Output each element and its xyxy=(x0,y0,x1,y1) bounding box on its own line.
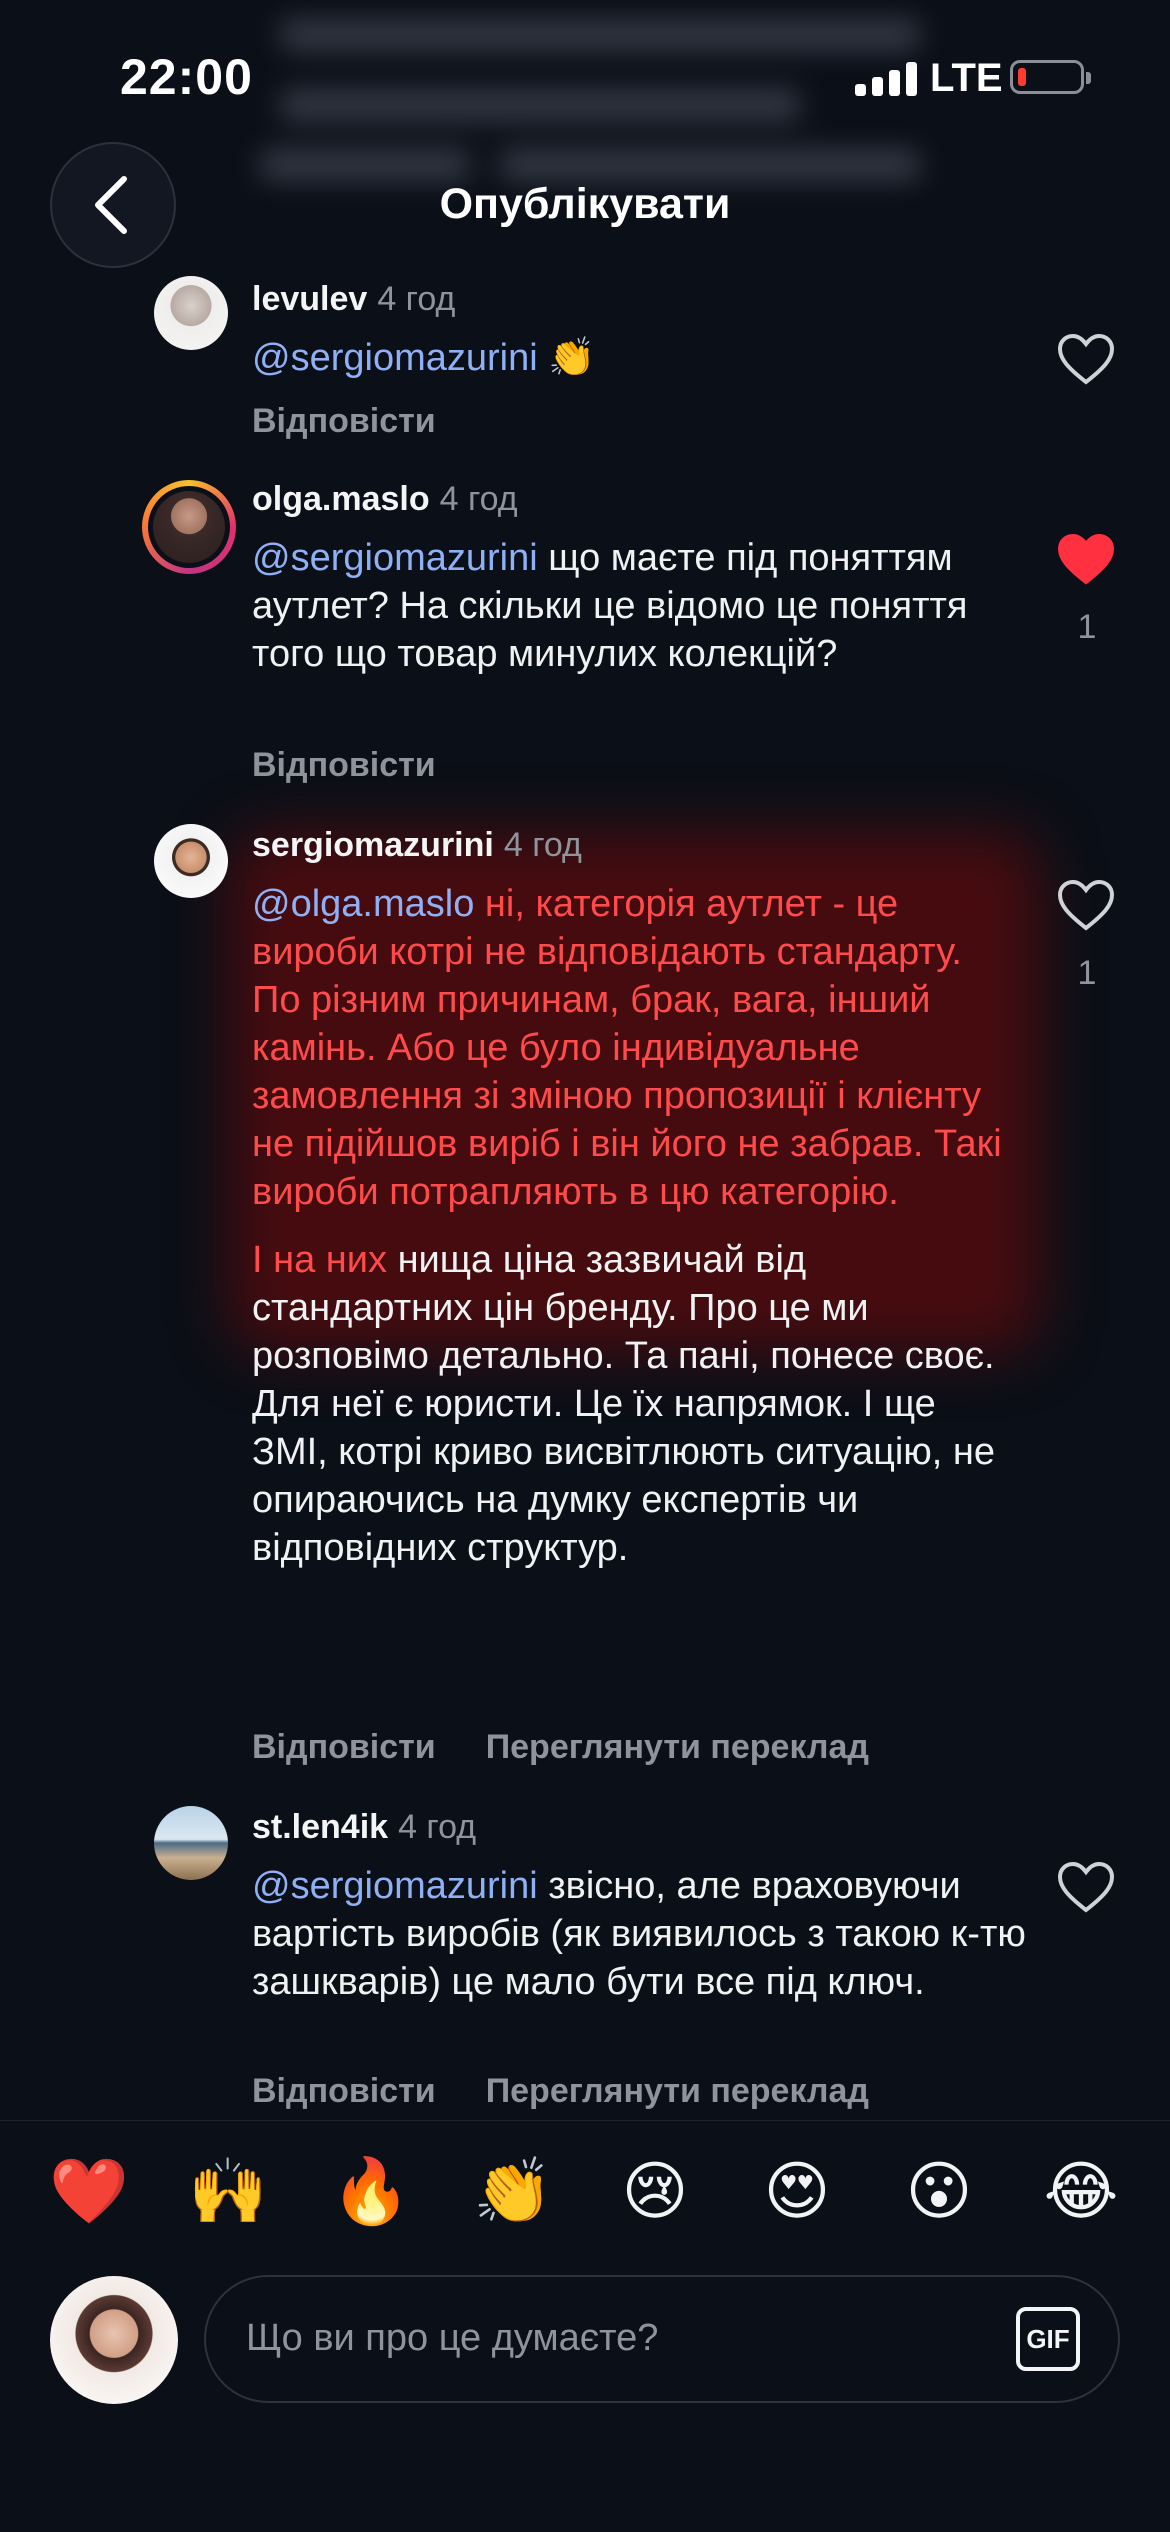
reply-button[interactable]: Відповісти xyxy=(252,1728,436,1766)
avatar[interactable] xyxy=(154,1806,228,1880)
gif-button[interactable]: GIF xyxy=(1016,2307,1080,2371)
heart-filled-icon[interactable] xyxy=(1056,532,1116,588)
comment-time: 4 год xyxy=(503,826,582,864)
comment-text: @sergiomazurini звісно, але враховуючи в… xyxy=(252,1865,1026,2003)
comment-text: @sergiomazurini що маєте під поняттям ау… xyxy=(252,537,968,675)
reaction-heart-eyes[interactable]: 😍 xyxy=(752,2151,842,2231)
comment-input-placeholder: Що ви про це думаєте? xyxy=(246,2317,659,2359)
heart-icon[interactable] xyxy=(1056,332,1116,388)
reply-button[interactable]: Відповісти xyxy=(252,402,436,440)
mention-link[interactable]: @sergiomazurini xyxy=(252,1865,538,1907)
blurred-background xyxy=(250,0,970,200)
see-translation-button[interactable]: Переглянути переклад xyxy=(486,2072,869,2110)
reaction-laughing[interactable]: 😂 xyxy=(1036,2151,1126,2231)
comment-username[interactable]: sergiomazurini xyxy=(252,826,494,864)
mention-link[interactable]: @olga.maslo xyxy=(252,883,474,925)
like-count[interactable]: 1 xyxy=(1072,954,1102,993)
page-title: Опублікувати xyxy=(439,180,731,228)
reaction-surprised[interactable]: 😮 xyxy=(894,2151,984,2231)
reaction-heart[interactable]: ❤️ xyxy=(44,2151,134,2231)
mention-link[interactable]: @sergiomazurini xyxy=(252,337,538,379)
heart-icon[interactable] xyxy=(1056,1860,1116,1916)
mention-link[interactable]: @sergiomazurini xyxy=(252,537,538,579)
comment-input[interactable]: Що ви про це думаєте? GIF xyxy=(204,2275,1120,2403)
heart-icon[interactable] xyxy=(1056,878,1116,934)
reaction-crying[interactable]: 😢 xyxy=(610,2151,700,2231)
comment-username[interactable]: st.len4ik xyxy=(252,1808,388,1846)
see-translation-button[interactable]: Переглянути переклад xyxy=(486,1728,869,1766)
quick-reactions-bar: ❤️ 🙌 🔥 👏 😢 😍 😮 😂 xyxy=(0,2120,1170,2271)
battery-icon xyxy=(1010,60,1091,94)
avatar[interactable] xyxy=(154,276,228,350)
reaction-clap[interactable]: 👏 xyxy=(468,2151,558,2231)
like-count[interactable]: 1 xyxy=(1072,608,1102,647)
comment-username[interactable]: levulev xyxy=(252,280,367,318)
comment-time: 4 год xyxy=(439,480,518,518)
comment-composer: Що ви про це думаєте? GIF xyxy=(0,2270,1170,2532)
comment-username[interactable]: olga.maslo xyxy=(252,480,430,518)
status-time: 22:00 xyxy=(120,49,253,105)
avatar-story-ring[interactable] xyxy=(142,480,236,574)
my-avatar[interactable] xyxy=(50,2276,178,2404)
comment-text: @sergiomazurini 👏 xyxy=(252,337,596,379)
comment-text: @olga.maslo ні, категорія аутлет - це ви… xyxy=(252,883,1002,1569)
avatar[interactable] xyxy=(154,824,228,898)
comment-time: 4 год xyxy=(398,1808,477,1846)
reaction-raised-hands[interactable]: 🙌 xyxy=(183,2151,273,2231)
reply-button[interactable]: Відповісти xyxy=(252,746,436,784)
reply-button[interactable]: Відповісти xyxy=(252,2072,436,2110)
reaction-fire[interactable]: 🔥 xyxy=(326,2151,416,2231)
comment-time: 4 год xyxy=(377,280,456,318)
